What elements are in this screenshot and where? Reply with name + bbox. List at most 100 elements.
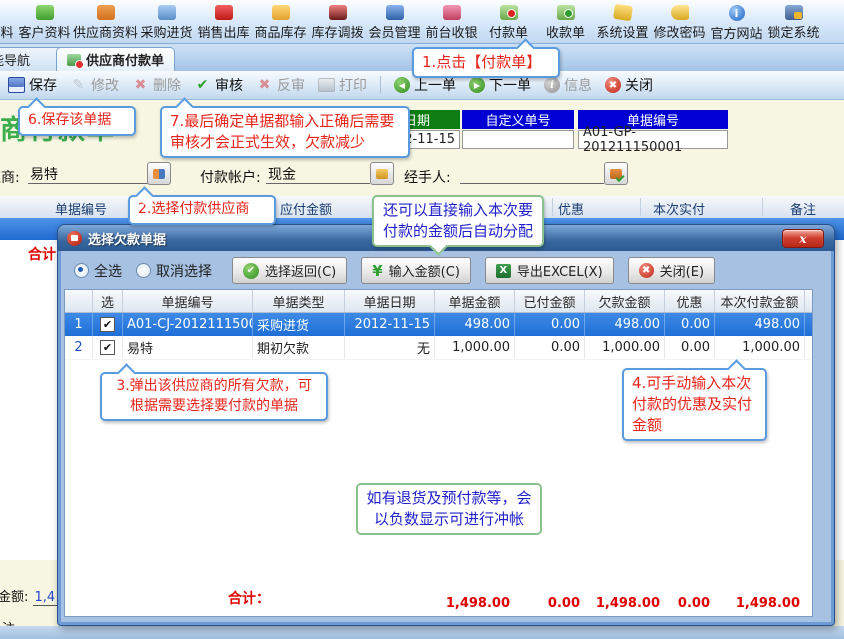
select-return-button[interactable]: ✔ 选择返回(C) <box>232 257 348 284</box>
totals-spacer <box>64 596 434 611</box>
browser-icon: i <box>728 5 745 21</box>
delete-x-icon: ✖ <box>134 77 147 93</box>
toolbar-item-label: 官方网站 <box>710 27 763 42</box>
row-number: 1 <box>65 313 93 336</box>
select-handler-button[interactable] <box>604 162 628 185</box>
purchase-truck-icon <box>157 5 176 20</box>
total-owed: 1,498.00 <box>595 596 660 611</box>
dialog-table-header: 选 单据编号 单据类型 单据日期 单据金额 已付金额 欠款金额 优惠 本次付款金… <box>65 290 812 313</box>
handler-field[interactable] <box>460 164 604 184</box>
audit-check-icon: ✔ <box>196 77 209 93</box>
dialog-close-action-button[interactable]: ✖ 关闭(E) <box>627 257 716 284</box>
info-button: i 信息 <box>544 75 592 95</box>
toolbar-item-label: 前台收银 <box>425 26 478 41</box>
annotation-text: 6.保存该单据 <box>28 112 112 128</box>
cell-doc-amount: 498.00 <box>435 313 515 336</box>
total-paid: 0.00 <box>547 596 580 611</box>
button-label: 审核 <box>215 78 243 94</box>
dialog-table: 选 单据编号 单据类型 单据日期 单据金额 已付金额 欠款金额 优惠 本次付款金… <box>64 289 813 617</box>
toolbar-item-inventory[interactable]: 商品库存 <box>252 5 309 41</box>
deselect-radio[interactable]: 取消选择 <box>136 261 212 281</box>
radio-selected-icon <box>74 263 89 278</box>
dialog-totals-row: 1,498.00 0.00 1,498.00 0.00 1,498.00 <box>64 596 804 611</box>
toolbar-item-label: 锁定系统 <box>767 26 820 41</box>
toolbar-item-cashier[interactable]: 前台收银 <box>423 5 480 41</box>
input-amount-button[interactable]: ¥ 输入金额(C) <box>361 257 471 284</box>
supplier-field[interactable]: 易特 <box>28 164 148 184</box>
toolbar-item-suppliers[interactable]: 供应商资料 <box>73 5 138 41</box>
customer-icon <box>35 5 54 20</box>
col-pay-amount: 本次付款金额 <box>715 290 805 312</box>
row-checkbox[interactable]: ✔ <box>100 317 115 332</box>
col-doc-date: 单据日期 <box>345 290 435 312</box>
supplier-label: 供应商: <box>0 170 20 186</box>
select-all-radio[interactable]: 全选 <box>74 261 122 281</box>
handler-label: 经手人: <box>404 170 451 186</box>
table-row[interactable]: 2 ✔ 易特 期初欠款 无 1,000.00 0.00 1,000.00 0.0… <box>65 336 812 360</box>
toolbar-item-members[interactable]: 会员管理 <box>366 5 423 41</box>
toolbar-item-website[interactable]: i 官方网站 <box>708 5 765 42</box>
print-button: 打印 <box>318 75 367 95</box>
toolbar-item-transfer[interactable]: 库存调拨 <box>309 5 366 41</box>
radio-unselected-icon <box>136 263 151 278</box>
toolbar-item-purchase[interactable]: 采购进货 <box>138 5 195 41</box>
toolbar-item-receipt[interactable]: 收款单 <box>537 5 594 41</box>
audit-button[interactable]: ✔ 审核 <box>194 75 243 95</box>
button-label: 信息 <box>564 78 592 94</box>
col-doc-no: 单据编号 <box>55 203 108 218</box>
cell-pay-amount: 1,000.00 <box>715 336 805 359</box>
col-discount: 优惠 <box>665 290 715 312</box>
toolbar-item-label: 会员管理 <box>368 26 421 41</box>
button-label: 下一单 <box>489 78 531 94</box>
select-supplier-button[interactable] <box>147 162 171 185</box>
button-label: 输入金额(C) <box>388 265 460 280</box>
close-button[interactable]: ✖ 关闭 <box>605 75 653 95</box>
cell-pay-amount: 498.00 <box>715 313 805 336</box>
annotation-step6: 6.保存该单据 <box>18 97 136 136</box>
toolbar-item-label: 修改密码 <box>653 26 706 41</box>
toolbar-item-partial[interactable]: 料 <box>0 5 16 41</box>
total-pay-amount: 1,498.00 <box>735 596 800 611</box>
next-doc-button[interactable]: ▶ 下一单 <box>469 75 531 95</box>
doc-no-value[interactable]: A01-GP-201211150001 <box>578 125 728 155</box>
account-field[interactable]: 现金 <box>266 164 370 184</box>
toolbar-item-payment[interactable]: 付款单 <box>480 5 537 41</box>
toolbar-item-password[interactable]: 修改密码 <box>651 5 708 41</box>
main-toolbar: 料 客户资料 供应商资料 采购进货 销售出库 商品库存 库存调拨 会员管理 前台… <box>0 0 844 44</box>
custom-no-input[interactable] <box>462 130 574 149</box>
edit-button: ✎ 修改 <box>70 75 119 95</box>
hand-icon <box>376 168 388 179</box>
footer-amount: 金额: 1,4 <box>0 586 58 606</box>
toolbar-item-label: 采购进货 <box>140 26 193 41</box>
annotation-text: 4.可手动输入本次付款的优惠及实付金额 <box>632 374 753 434</box>
dialog-close-button[interactable]: x <box>782 229 824 248</box>
row-checkbox[interactable]: ✔ <box>100 340 115 355</box>
row-checkbox-cell: ✔ <box>93 313 123 336</box>
cell-paid: 0.00 <box>515 313 585 336</box>
amount-label: 金额: <box>0 590 29 605</box>
prev-doc-button[interactable]: ◀ 上一单 <box>394 75 456 95</box>
cell-doc-no: A01-CJ-201211150001 <box>123 313 253 336</box>
select-account-button[interactable] <box>370 162 394 185</box>
table-row[interactable]: 1 ✔ A01-CJ-201211150001 采购进货 2012-11-15 … <box>65 313 812 336</box>
radio-label: 全选 <box>94 263 122 280</box>
save-button[interactable]: 保存 <box>8 75 57 95</box>
tab-supplier-payment[interactable]: 供应商付款单 <box>56 47 176 71</box>
row-checkbox-cell: ✔ <box>93 336 123 359</box>
total-doc-amount: 1,498.00 <box>445 596 510 611</box>
cell-doc-date: 无 <box>345 336 435 359</box>
info-icon: i <box>544 77 560 93</box>
button-label: 关闭(E) <box>659 265 705 280</box>
delete-button: ✖ 删除 <box>132 75 181 95</box>
toolbar-item-customers[interactable]: 客户资料 <box>16 5 73 41</box>
toolbar-item-lock[interactable]: 锁定系统 <box>765 5 822 41</box>
payment-note-icon <box>499 5 518 20</box>
annotation-text: 3.弹出该供应商的所有欠款，可根据需要选择要付款的单据 <box>116 378 312 414</box>
toolbar-item-label: 料 <box>0 26 14 41</box>
export-excel-button[interactable]: X 导出EXCEL(X) <box>484 257 614 284</box>
transfer-arrows-icon <box>328 5 347 20</box>
toolbar-item-sales[interactable]: 销售出库 <box>195 5 252 41</box>
button-label: 删除 <box>153 78 181 94</box>
toolbar-item-settings[interactable]: 系统设置 <box>594 3 651 41</box>
close-x-icon: ✖ <box>638 263 654 278</box>
